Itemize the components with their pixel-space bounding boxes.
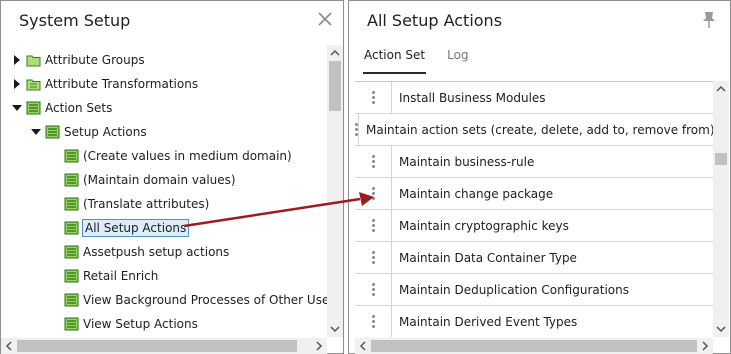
tab-log[interactable]: Log — [446, 48, 469, 74]
collapse-arrow-icon[interactable] — [11, 102, 23, 114]
system-setup-panel: System Setup Attribute Groups Attribute … — [0, 0, 344, 354]
collapse-arrow-icon[interactable] — [30, 126, 42, 138]
action-set-icon — [45, 125, 60, 139]
tree-item-action-set[interactable]: (Translate attributes) — [64, 193, 209, 215]
folder-icon — [26, 55, 41, 67]
tree-item-label: Action Sets — [45, 101, 113, 115]
tree-item-action-set[interactable]: (Maintain domain values) — [64, 169, 236, 191]
tree-view: Attribute Groups Attribute Transformatio… — [1, 45, 327, 337]
action-set-icon — [64, 269, 79, 283]
tree-item-label: Retail Enrich — [83, 269, 159, 283]
scroll-down-icon[interactable] — [327, 323, 343, 335]
action-set-icon — [64, 197, 79, 211]
panel-title: All Setup Actions — [367, 11, 503, 30]
transformation-folder-icon — [26, 79, 41, 91]
list-item[interactable]: Maintain cryptographic keys — [355, 209, 713, 242]
tree-item-label: (Maintain domain values) — [83, 173, 236, 187]
tree-item-label: View Setup Actions — [83, 317, 198, 331]
list-item[interactable]: Maintain change package — [355, 177, 713, 210]
all-setup-actions-panel: All Setup Actions Action Set Log Install… — [348, 0, 731, 354]
action-label: Maintain Data Container Type — [399, 250, 577, 265]
tree-item-action-set[interactable]: View Background Processes of Other Users — [64, 289, 327, 311]
action-set-icon — [26, 101, 41, 115]
action-label: Install Business Modules — [399, 90, 546, 105]
tree-item-action-set[interactable]: Assetpush setup actions — [64, 241, 229, 263]
action-set-icon — [64, 149, 79, 163]
tree-item-label: (Create values in medium domain) — [83, 149, 292, 163]
list-item[interactable]: Install Business Modules — [355, 82, 713, 114]
action-label: Maintain change package — [399, 186, 554, 201]
scrollbar-thumb[interactable] — [329, 61, 341, 111]
tree-item-label: Attribute Transformations — [45, 77, 199, 91]
list-vertical-scrollbar[interactable] — [713, 81, 729, 337]
drag-handle-icon[interactable] — [355, 82, 392, 114]
list-item[interactable]: Maintain business-rule — [355, 145, 713, 178]
tree-item-attribute-groups[interactable]: Attribute Groups — [11, 49, 145, 71]
expand-arrow-icon[interactable] — [11, 54, 23, 66]
action-label: Maintain Derived Event Types — [399, 314, 578, 329]
action-set-icon — [64, 221, 79, 235]
scrollbar-thumb[interactable] — [715, 153, 727, 165]
action-list: Install Business Modules Maintain action… — [355, 81, 713, 337]
tree-item-label: Assetpush setup actions — [83, 245, 230, 259]
tab-bar: Action Set Log — [363, 48, 490, 74]
scrollbar-thumb[interactable] — [17, 340, 297, 352]
tree-item-label-selected: All Setup Actions — [81, 219, 190, 237]
tree-item-all-setup-actions[interactable]: All Setup Actions — [64, 217, 190, 239]
expand-arrow-icon[interactable] — [11, 78, 23, 90]
list-item[interactable]: Maintain Derived Event Types — [355, 305, 713, 337]
tab-action-set[interactable]: Action Set — [363, 48, 427, 74]
scroll-left-icon[interactable] — [357, 338, 369, 354]
scroll-left-icon[interactable] — [3, 338, 15, 354]
scrollbar-thumb[interactable] — [371, 340, 697, 352]
scroll-up-icon[interactable] — [327, 47, 343, 59]
panel-title: System Setup — [19, 11, 131, 30]
tree-item-label: View Background Processes of Other Users — [83, 293, 327, 307]
close-icon[interactable] — [317, 11, 333, 27]
scroll-down-icon[interactable] — [713, 323, 729, 335]
list-item[interactable]: Maintain Deduplication Configurations — [355, 273, 713, 306]
tree-item-setup-actions[interactable]: Setup Actions — [30, 121, 147, 143]
scroll-up-icon[interactable] — [713, 83, 729, 95]
tree-item-label: Attribute Groups — [45, 53, 145, 67]
tree-horizontal-scrollbar[interactable] — [1, 338, 327, 354]
action-label: Maintain Deduplication Configurations — [399, 282, 629, 297]
action-label: Maintain business-rule — [399, 154, 535, 169]
list-item[interactable]: Maintain action sets (create, delete, ad… — [355, 113, 713, 146]
action-set-icon — [64, 293, 79, 307]
drag-handle-icon[interactable] — [355, 273, 392, 306]
list-horizontal-scrollbar[interactable] — [355, 338, 713, 354]
drag-handle-icon[interactable] — [355, 145, 392, 178]
tree-item-action-set[interactable]: (Create values in medium domain) — [64, 145, 292, 167]
tree-item-action-set[interactable]: Retail Enrich — [64, 265, 158, 287]
drag-handle-icon[interactable] — [355, 209, 392, 242]
tree-item-action-sets[interactable]: Action Sets — [11, 97, 112, 119]
drag-handle-icon[interactable] — [355, 241, 392, 274]
scroll-right-icon[interactable] — [313, 338, 325, 354]
action-set-icon — [64, 245, 79, 259]
action-set-icon — [64, 173, 79, 187]
tree-vertical-scrollbar[interactable] — [327, 45, 343, 337]
drag-handle-icon[interactable] — [355, 305, 392, 337]
scroll-right-icon[interactable] — [699, 338, 711, 354]
tree-item-label: Setup Actions — [64, 125, 147, 139]
drag-handle-icon[interactable] — [355, 177, 392, 210]
action-label: Maintain cryptographic keys — [399, 218, 569, 233]
list-item[interactable]: Maintain Data Container Type — [355, 241, 713, 274]
action-label: Maintain action sets (create, delete, ad… — [366, 122, 713, 137]
tree-item-label: (Translate attributes) — [83, 197, 210, 211]
tree-item-attribute-transformations[interactable]: Attribute Transformations — [11, 73, 198, 95]
tree-item-action-set[interactable]: View Setup Actions — [64, 313, 198, 335]
action-set-icon — [64, 317, 79, 331]
pin-icon[interactable] — [702, 11, 716, 29]
